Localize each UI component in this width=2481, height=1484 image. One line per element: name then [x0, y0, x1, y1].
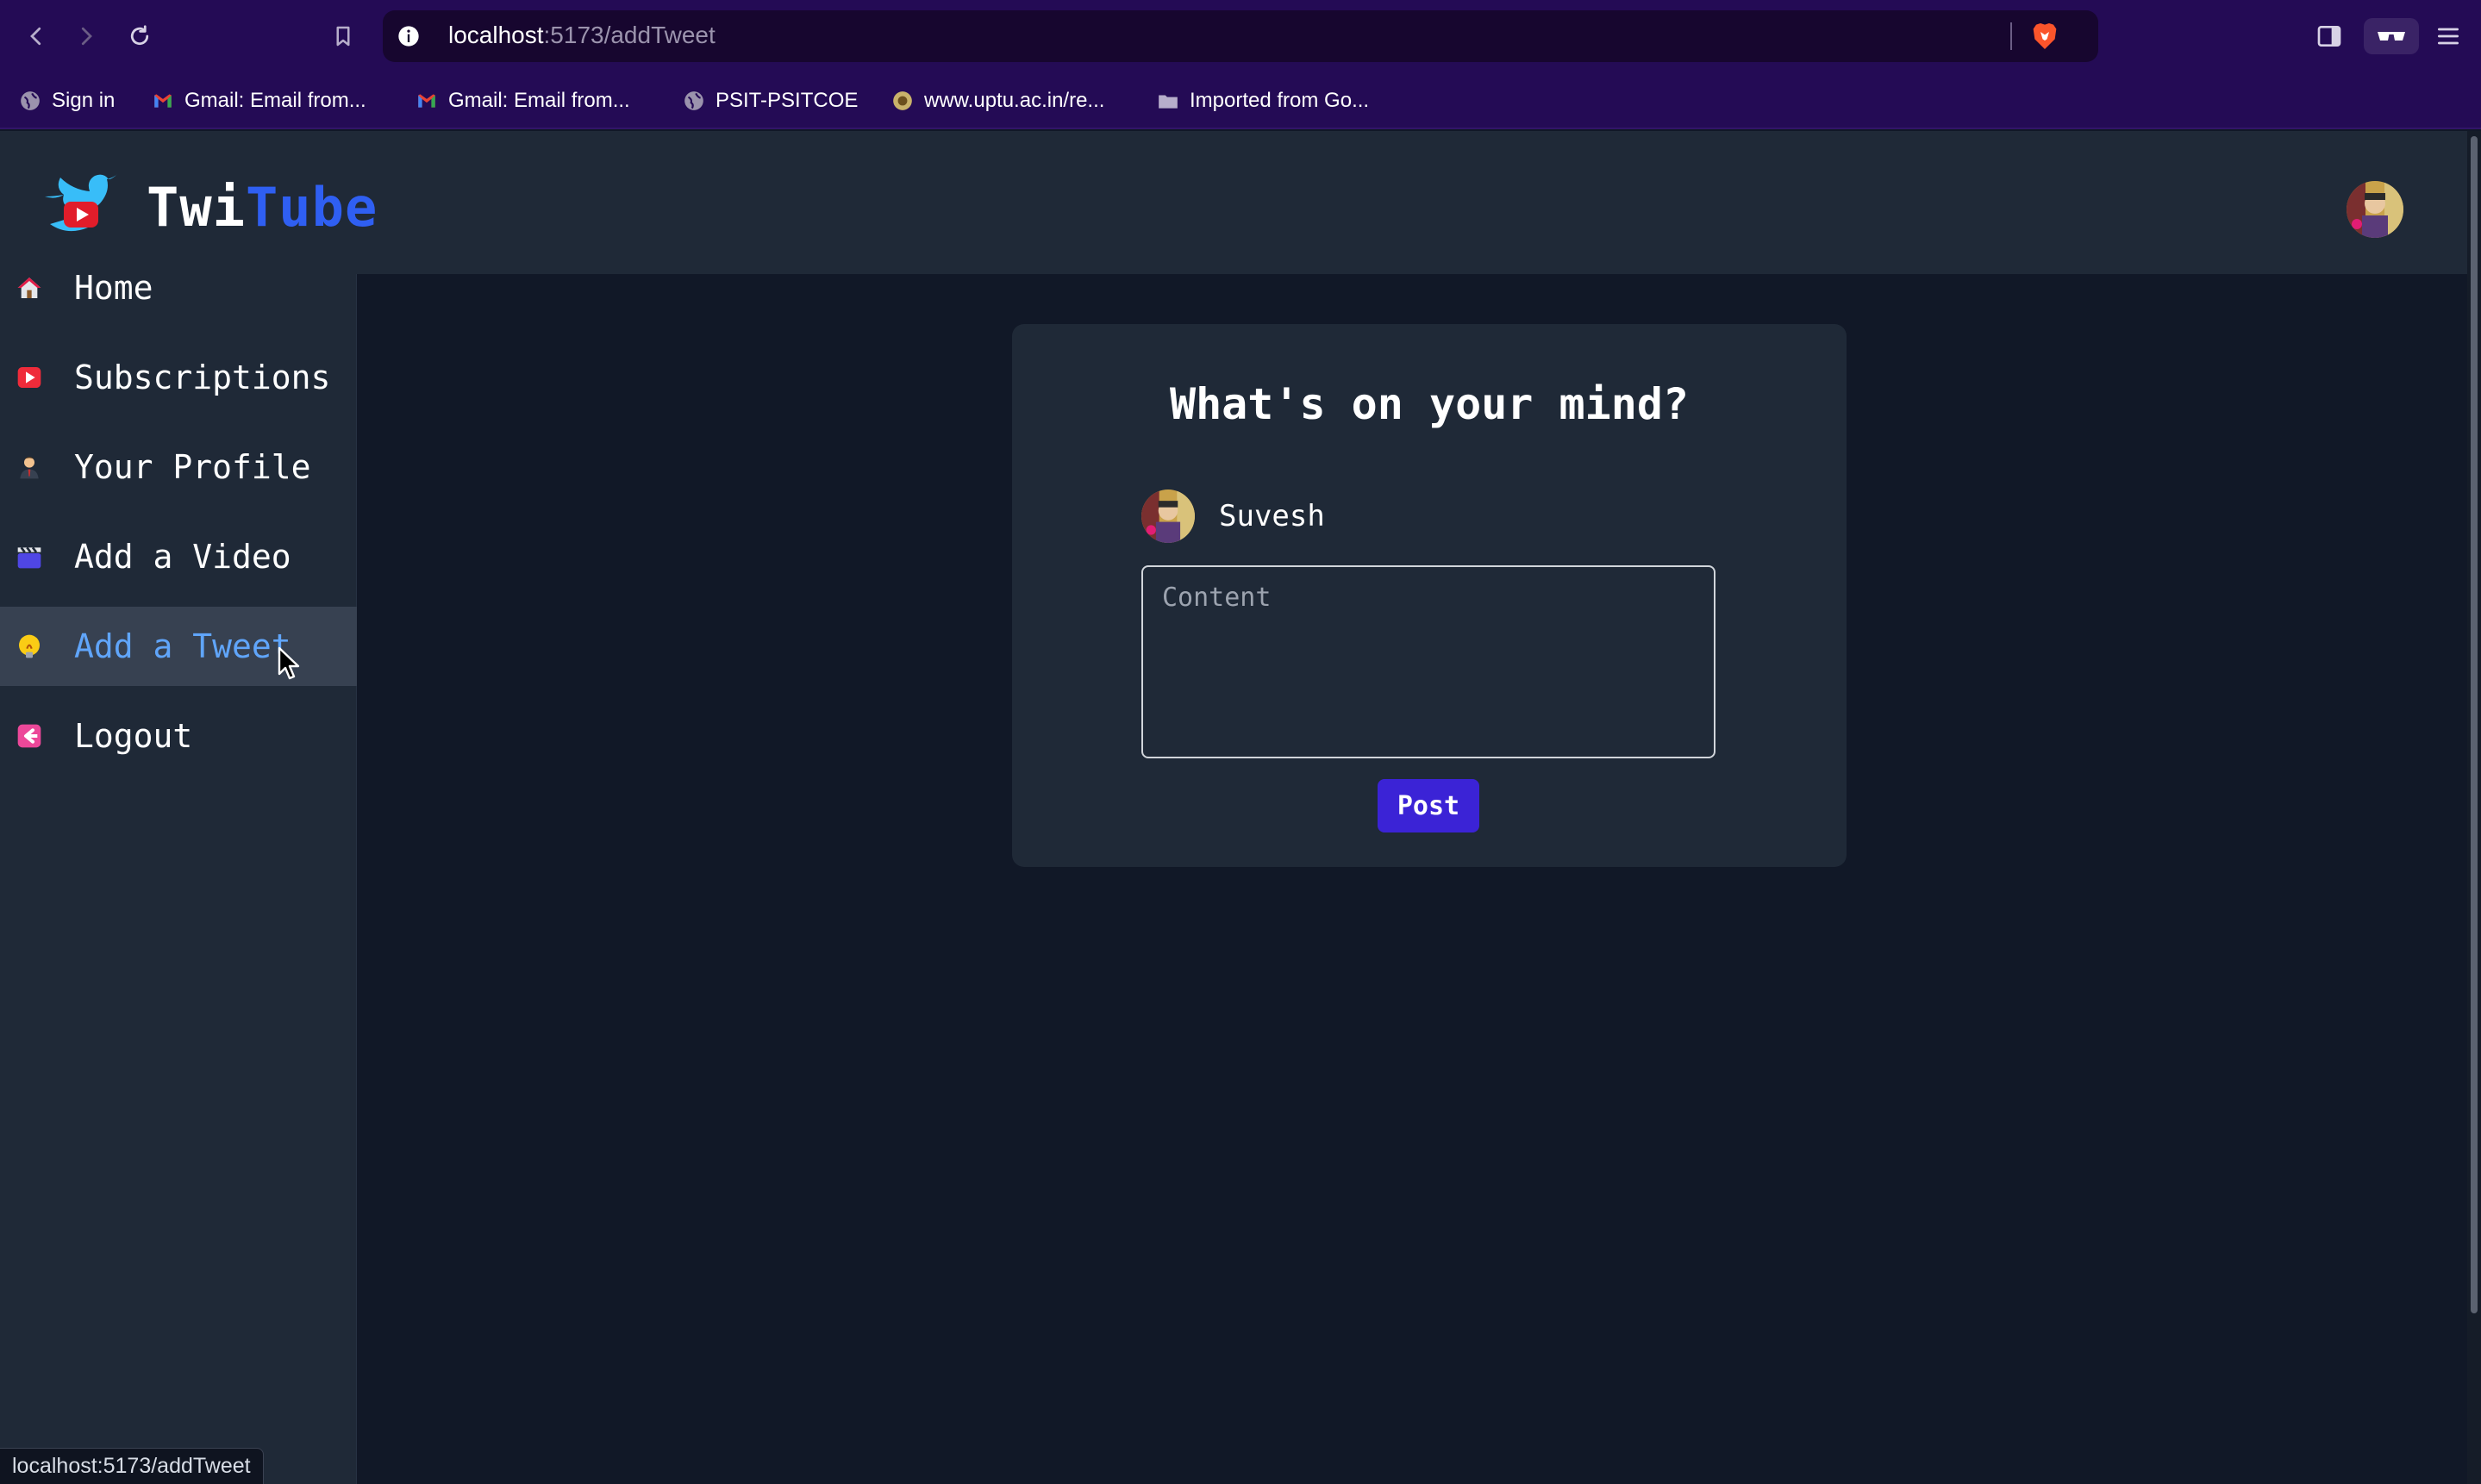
- site-icon: [893, 91, 912, 110]
- bookmark-icon: [336, 26, 350, 47]
- forward-arrow-icon: [81, 27, 92, 46]
- back-button[interactable]: [17, 17, 55, 55]
- content-textarea[interactable]: [1141, 565, 1715, 758]
- sidebar: Home Subscriptions Your Profile Add a Vi…: [0, 269, 357, 1484]
- bookmark-sign-in[interactable]: Sign in: [19, 86, 115, 115]
- bookmark-gmail-2[interactable]: Gmail: Email from...: [416, 86, 630, 115]
- gmail-icon: [154, 94, 172, 108]
- sidebar-panel-icon: [2317, 26, 2341, 47]
- sidebar-item-logout[interactable]: Logout: [0, 696, 357, 776]
- bookmark-imported-folder[interactable]: Imported from Go...: [1157, 86, 1369, 115]
- bookmark-label: Imported from Go...: [1190, 89, 1370, 112]
- play-button-icon: [14, 362, 45, 393]
- sidebar-item-subscriptions[interactable]: Subscriptions: [0, 338, 357, 417]
- globe-icon: [21, 91, 40, 110]
- url-separator: [2010, 22, 2012, 50]
- bookmark-label: PSIT-PSITCOE: [716, 89, 859, 112]
- sidebar-item-add-tweet[interactable]: Add a Tweet: [0, 607, 357, 686]
- sidebar-item-label: Add a Tweet: [74, 627, 291, 665]
- glasses-icon: [2378, 32, 2405, 41]
- twitube-logo-icon[interactable]: [38, 171, 124, 240]
- bookmarks-bar: Sign in Gmail: Email from... Gmail: Emai…: [0, 72, 2481, 129]
- page-scrollbar-thumb[interactable]: [2471, 136, 2478, 1313]
- reload-button[interactable]: [121, 17, 159, 55]
- bookmark-gmail-1[interactable]: Gmail: Email from...: [152, 86, 366, 115]
- brand-part-twi: Twi: [147, 176, 246, 239]
- avatar: [1141, 489, 1195, 543]
- post-button[interactable]: Post: [1378, 779, 1479, 832]
- sidebar-item-label: Home: [74, 269, 153, 307]
- folder-icon: [1159, 95, 1178, 109]
- sidebar-item-your-profile[interactable]: Your Profile: [0, 427, 357, 507]
- back-arrow-icon: [30, 27, 41, 46]
- bookmark-label: www.uptu.ac.in/re...: [924, 89, 1105, 112]
- person-icon: [14, 452, 45, 483]
- url-text[interactable]: localhost:5173/addTweet: [448, 22, 716, 49]
- avatar-image: [2347, 181, 2403, 238]
- clapper-board-icon: [14, 541, 45, 572]
- brave-shields-icon[interactable]: [2028, 19, 2062, 53]
- bookmark-psit[interactable]: PSIT-PSITCOE: [683, 86, 858, 115]
- gmail-icon: [418, 94, 435, 108]
- browser-toolbar: localhost:5173/addTweet: [0, 0, 2481, 72]
- sidebar-item-label: Your Profile: [74, 448, 311, 486]
- lightbulb-icon: [14, 631, 45, 662]
- logout-icon: [14, 720, 45, 751]
- bookmark-uptu[interactable]: www.uptu.ac.in/re...: [891, 86, 1104, 115]
- site-info-icon[interactable]: [397, 24, 421, 48]
- sidebar-item-add-video[interactable]: Add a Video: [0, 517, 357, 596]
- sidebar-item-label: Subscriptions: [74, 359, 331, 396]
- globe-icon: [684, 91, 703, 110]
- bookmark-page-button[interactable]: [324, 17, 362, 55]
- brand-name[interactable]: TwiTube: [147, 176, 378, 239]
- url-path: :5173/addTweet: [543, 22, 716, 48]
- app-header: TwiTube: [0, 131, 2467, 274]
- url-host: localhost: [448, 22, 544, 48]
- header-avatar[interactable]: [2347, 181, 2403, 238]
- menu-button[interactable]: [2429, 17, 2467, 55]
- wallet-button[interactable]: [2364, 18, 2419, 54]
- mouse-pointer-icon: [278, 646, 300, 680]
- link-status-bar: localhost:5173/addTweet: [0, 1448, 264, 1484]
- address-bar[interactable]: localhost:5173/addTweet: [383, 10, 2098, 62]
- username: Suvesh: [1219, 499, 1325, 533]
- house-icon: [14, 272, 45, 303]
- bookmark-label: Sign in: [52, 89, 116, 112]
- hamburger-menu-icon: [2438, 28, 2459, 45]
- sidebar-item-label: Logout: [74, 717, 193, 755]
- bookmark-label: Gmail: Email from...: [448, 89, 630, 112]
- forward-button[interactable]: [67, 17, 105, 55]
- bookmark-label: Gmail: Email from...: [184, 89, 366, 112]
- sidebar-item-label: Add a Video: [74, 538, 291, 576]
- card-title: What's on your mind?: [1169, 379, 1690, 429]
- sidebar-toggle-button[interactable]: [2310, 17, 2348, 55]
- author-row: Suvesh: [1141, 488, 1325, 545]
- sidebar-item-home[interactable]: Home: [0, 248, 357, 327]
- brand-part-tube: Tube: [245, 176, 378, 239]
- reload-icon: [130, 25, 149, 46]
- add-tweet-card: What's on your mind? Suvesh Post: [1012, 324, 1847, 867]
- avatar-image: [1141, 489, 1195, 543]
